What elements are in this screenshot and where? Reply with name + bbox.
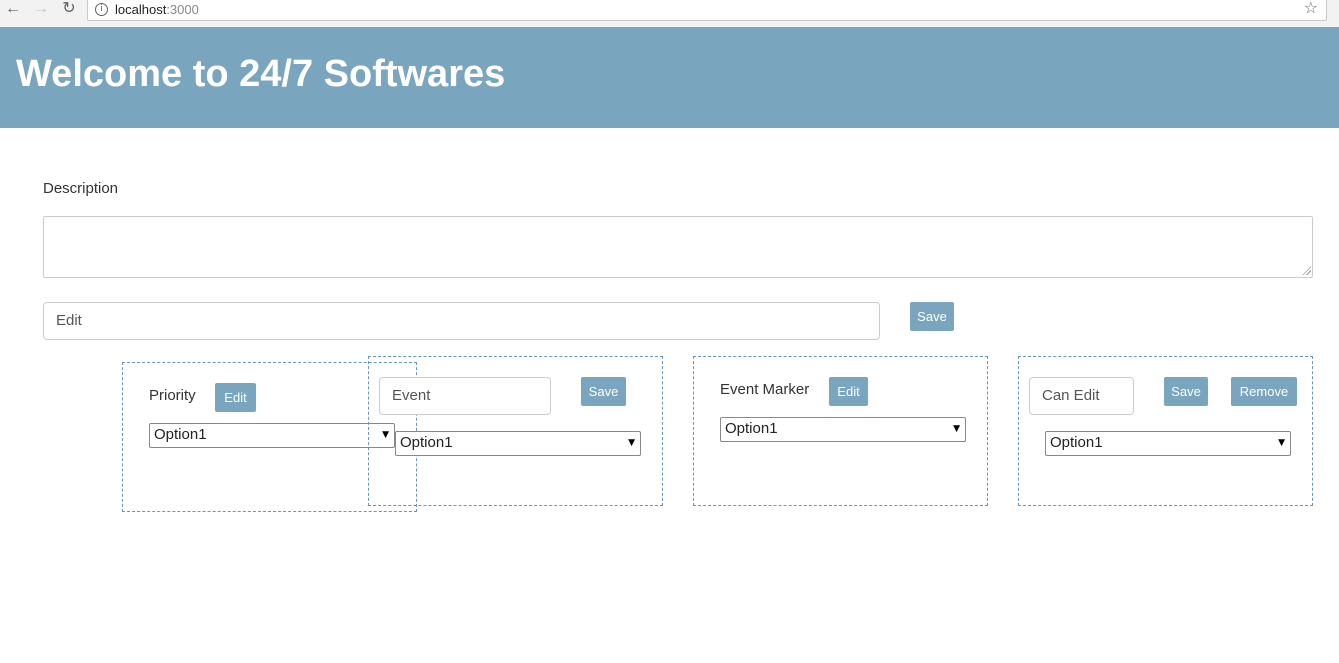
can-edit-select[interactable]: Option1 ▼ [1045,431,1291,456]
page-title: Welcome to 24/7 Softwares [16,53,506,95]
description-textarea[interactable] [43,216,1313,278]
info-icon[interactable]: i [95,3,108,16]
resize-grip-icon[interactable] [1302,266,1311,275]
priority-select-value: Option1 [154,426,207,443]
page-header: Welcome to 24/7 Softwares [0,27,1339,128]
remove-button[interactable]: Remove [1231,377,1297,406]
bookmark-star-icon[interactable]: ☆ [1304,0,1318,19]
forward-icon[interactable]: → [31,0,51,20]
can-edit-save-button[interactable]: Save [1164,377,1208,406]
edit-input[interactable]: Edit [43,302,880,340]
event-marker-card: Event Marker Edit Option1 ▼ [693,356,988,506]
event-card: Event Save Option1 ▼ [368,356,663,506]
priority-edit-button[interactable]: Edit [215,383,256,412]
url-port: :3000 [166,2,199,17]
event-select-value: Option1 [400,434,453,451]
reload-icon[interactable]: ↻ [59,0,79,20]
browser-toolbar: ← → ↻ i localhost:3000 ☆ [0,0,1339,28]
event-save-button[interactable]: Save [581,377,626,406]
back-icon[interactable]: ← [3,0,23,20]
description-label: Description [43,180,119,197]
chevron-down-icon: ▼ [953,424,960,434]
can-edit-input[interactable]: Can Edit [1029,377,1134,415]
chevron-down-icon: ▼ [1278,438,1285,448]
event-marker-select-value: Option1 [725,420,778,437]
priority-label: Priority [149,387,196,404]
priority-select[interactable]: Option1 ▼ [149,423,395,448]
url-host: localhost [115,2,167,17]
event-marker-label: Event Marker [720,381,810,398]
can-edit-card: Can Edit Save Remove Option1 ▼ [1018,356,1313,506]
event-input[interactable]: Event [379,377,551,415]
save-button[interactable]: Save [910,302,954,331]
url-text[interactable]: localhost:3000 [115,1,199,18]
event-marker-select[interactable]: Option1 ▼ [720,417,966,442]
event-select[interactable]: Option1 ▼ [395,431,641,456]
address-bar[interactable]: i localhost:3000 ☆ [87,0,1327,21]
can-edit-select-value: Option1 [1050,434,1103,451]
event-marker-edit-button[interactable]: Edit [829,377,868,406]
chevron-down-icon: ▼ [628,438,635,448]
